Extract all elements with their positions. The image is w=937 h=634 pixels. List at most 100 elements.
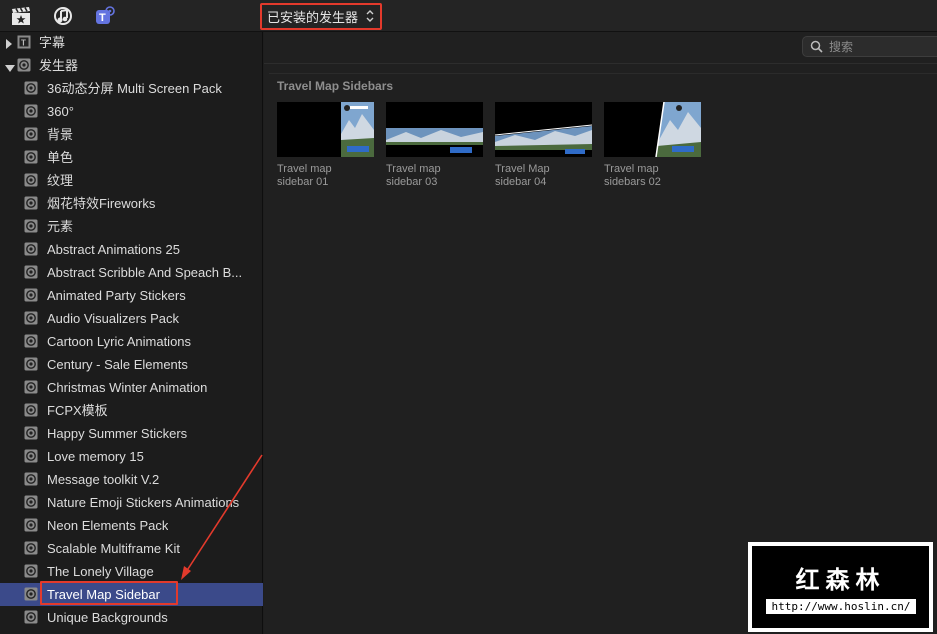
watermark-logo: 红森林 http://www.hoslin.cn/ [748,542,933,632]
generator-icon [24,311,38,325]
sidebar-item[interactable]: Audio Visualizers Pack [0,307,263,330]
generator-icon [24,564,38,578]
generator-icon [24,495,38,509]
sidebar-item-label: Audio Visualizers Pack [47,311,179,326]
sidebar-category[interactable]: 发生器 [0,54,263,77]
clip-thumbnail [277,102,374,157]
titles-icon: T [17,35,31,49]
sidebar-item-label: 360° [47,104,74,119]
sidebar-item[interactable]: 元素 [0,215,263,238]
clip-name-line2: sidebar 01 [277,176,329,188]
disclosure-right-icon[interactable] [5,37,13,49]
sidebar-item[interactable]: Neon Elements Pack [0,514,263,537]
search-icon [810,40,823,53]
clip-travel-map-sidebars-02[interactable]: Travel map sidebars 02 [604,102,701,189]
sidebar-item[interactable]: 单色 [0,146,263,169]
clip-thumbnail [495,102,592,157]
sidebar-item-label: 单色 [47,150,74,165]
svg-text:T: T [99,12,106,24]
generator-icon [24,150,38,164]
sidebar-item-label: 36动态分屏 Multi Screen Pack [47,81,222,96]
generator-icon [24,242,38,256]
sidebar-item-label: Travel Map Sidebar [47,587,160,602]
sidebar-item-label: Century - Sale Elements [47,357,188,372]
sidebar-item-label: 烟花特效Fireworks [47,196,156,211]
generator-icon [24,127,38,141]
search-field[interactable] [802,36,937,57]
sidebar-item-label: Abstract Scribble And Speach B... [47,265,243,280]
disclosure-down-icon[interactable] [5,60,15,72]
sidebar-item-label: Unique Backgrounds [47,610,168,625]
generator-icon [24,449,38,463]
section-divider [269,73,937,74]
sidebar-item[interactable]: Unique Backgrounds [0,606,263,629]
sidebar-item[interactable]: 烟花特效Fireworks [0,192,263,215]
clip-name-line1: Travel map [604,163,659,175]
clip-name-line1: Travel Map [495,163,550,175]
sidebar-item[interactable]: Love memory 15 [0,445,263,468]
generator-icon [24,426,38,440]
sidebar-item[interactable]: Scalable Multiframe Kit [0,537,263,560]
sidebar-item[interactable]: 36动态分屏 Multi Screen Pack [0,77,263,100]
generator-icon [24,541,38,555]
clip-thumbnail [386,102,483,157]
generator-icon [24,357,38,371]
generator-icon [24,196,38,210]
generator-icon [24,81,38,95]
generator-icon [24,403,38,417]
generator-icon [24,472,38,486]
svg-text:T: T [21,39,26,48]
clip-name-line2: sidebar 03 [386,176,438,188]
sidebar-item[interactable]: Animated Party Stickers [0,284,263,307]
sidebar-item[interactable]: 纹理 [0,169,263,192]
sidebar-item[interactable]: Abstract Scribble And Speach B... [0,261,263,284]
sidebar-item-label: Happy Summer Stickers [47,426,188,441]
search-bar [264,32,937,64]
generator-icon [24,587,38,601]
sidebar-item-label: 纹理 [47,173,74,188]
sidebar-item[interactable]: Happy Summer Stickers [0,422,263,445]
sidebar-item[interactable]: Christmas Winter Animation [0,376,263,399]
sidebar-item-label: Neon Elements Pack [47,518,169,533]
sidebar-item[interactable]: Cartoon Lyric Animations [0,330,263,353]
sidebar-item[interactable]: 背景 [0,123,263,146]
generator-icon [24,265,38,279]
generator-icon [24,610,38,624]
clip-name-line2: sidebar 04 [495,176,547,188]
clip-name-line1: Travel map [386,163,441,175]
search-input[interactable] [829,38,929,55]
sidebar-item-label: Cartoon Lyric Animations [47,334,192,349]
generator-icon [24,173,38,187]
sidebar-item[interactable]: Abstract Animations 25 [0,238,263,261]
sidebar-item-label: Animated Party Stickers [47,288,186,303]
clip-name-line2: sidebars 02 [604,176,661,188]
clip-travel-map-sidebar-03[interactable]: Travel map sidebar 03 [386,102,483,189]
sidebar-item[interactable]: Nature Emoji Stickers Animations [0,491,263,514]
sidebar-item-label: Abstract Animations 25 [47,242,180,257]
sidebar-item-label: Scalable Multiframe Kit [47,541,180,556]
source-selector[interactable]: 已安装的发生器 [260,3,382,30]
watermark-url: http://www.hoslin.cn/ [766,599,916,614]
sidebar-item[interactable]: The Lonely Village [0,560,263,583]
chevron-updown-icon [366,10,374,22]
sidebar-item-label: Nature Emoji Stickers Animations [47,495,240,510]
source-selector-label: 已安装的发生器 [267,10,359,25]
generator-icon [24,380,38,394]
watermark-title: 红森林 [795,566,886,594]
sidebar-item[interactable]: FCPX模板 [0,399,263,422]
sidebar-item[interactable]: Travel Map Sidebar [0,583,263,606]
clapperboard-star-icon[interactable] [10,6,32,26]
titles-generators-icon[interactable]: T [94,6,116,26]
generator-icon [24,518,38,532]
section-title: Travel Map Sidebars [277,79,394,93]
sidebar-item-label: Love memory 15 [47,449,144,464]
sidebar-item[interactable]: Message toolkit V.2 [0,468,263,491]
sidebar-item[interactable]: 360° [0,100,263,123]
clip-travel-map-sidebar-01[interactable]: Travel map sidebar 01 [277,102,374,189]
sidebar-item[interactable]: Century - Sale Elements [0,353,263,376]
sidebar-category[interactable]: T 字幕 [0,31,263,54]
sidebar-category-label: 字幕 [39,35,66,50]
sidebar-item-label: 背景 [47,127,74,142]
clip-travel-map-sidebar-04[interactable]: Travel Map sidebar 04 [495,102,592,189]
music-icon[interactable] [52,6,74,26]
